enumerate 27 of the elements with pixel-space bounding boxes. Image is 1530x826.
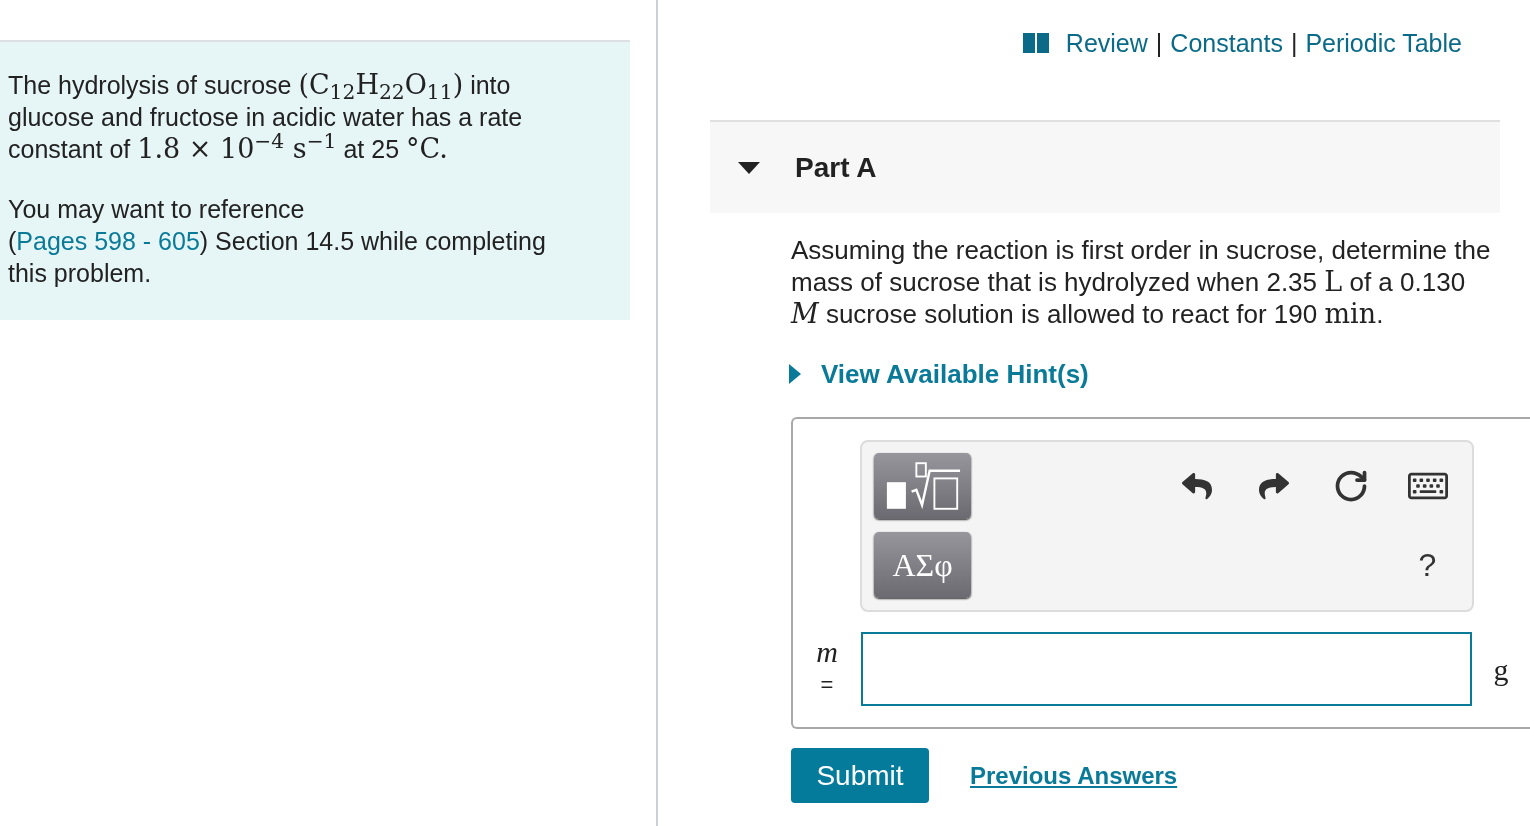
variable-label: m	[816, 636, 838, 668]
intro-paragraph: The hydrolysis of sucrose (C$_{12}$H$_{22}$O$_{11}$) into glucose and fructose in acidic water has a rate constant of 1.8 × 10$^{−4}$ s$^{−1}$ at 25 °C.	[8, 69, 524, 165]
book-icon	[1022, 33, 1049, 53]
link-separator: |	[1290, 28, 1298, 59]
part-title: Part A	[795, 150, 877, 185]
header-link[interactable]: Review	[1065, 27, 1148, 59]
reference-link[interactable]: Pages 598 - 605	[16, 227, 200, 255]
template-button[interactable]	[874, 453, 971, 519]
caret-down-icon[interactable]	[738, 161, 760, 174]
undo-icon	[1181, 471, 1212, 501]
radical-template-icon	[884, 461, 961, 511]
link-separator: |	[1155, 28, 1163, 59]
intro-paragraph: You may want to reference (Pages 598 - 605) Section 14.5 while completing this problem.	[8, 194, 547, 289]
equals-sign: =	[820, 672, 834, 698]
submit-button[interactable]: Submit	[791, 748, 929, 803]
part-header[interactable]: Part A	[710, 120, 1500, 213]
previous-answers-link[interactable]: Previous Answers	[970, 757, 1178, 794]
hints-toggle[interactable]: View Available Hint(s)	[789, 358, 1089, 390]
greek-button[interactable]: ΑΣφ	[874, 532, 971, 598]
help-button[interactable]: ?	[1418, 547, 1437, 583]
header-link[interactable]: Constants	[1170, 27, 1283, 59]
header-link[interactable]: Periodic Table	[1305, 27, 1462, 59]
answer-input[interactable]	[861, 632, 1472, 706]
question-text: Assuming the reaction is first order in sucrose, determine the mass of sucrose that is hydrolyzed when 2.35 L of a 0.130 M sucrose solution is allowed to react for 190 min.	[791, 234, 1492, 330]
redo-icon	[1258, 471, 1289, 501]
caret-right-icon[interactable]	[789, 364, 801, 384]
unit-label: g	[1493, 651, 1509, 688]
